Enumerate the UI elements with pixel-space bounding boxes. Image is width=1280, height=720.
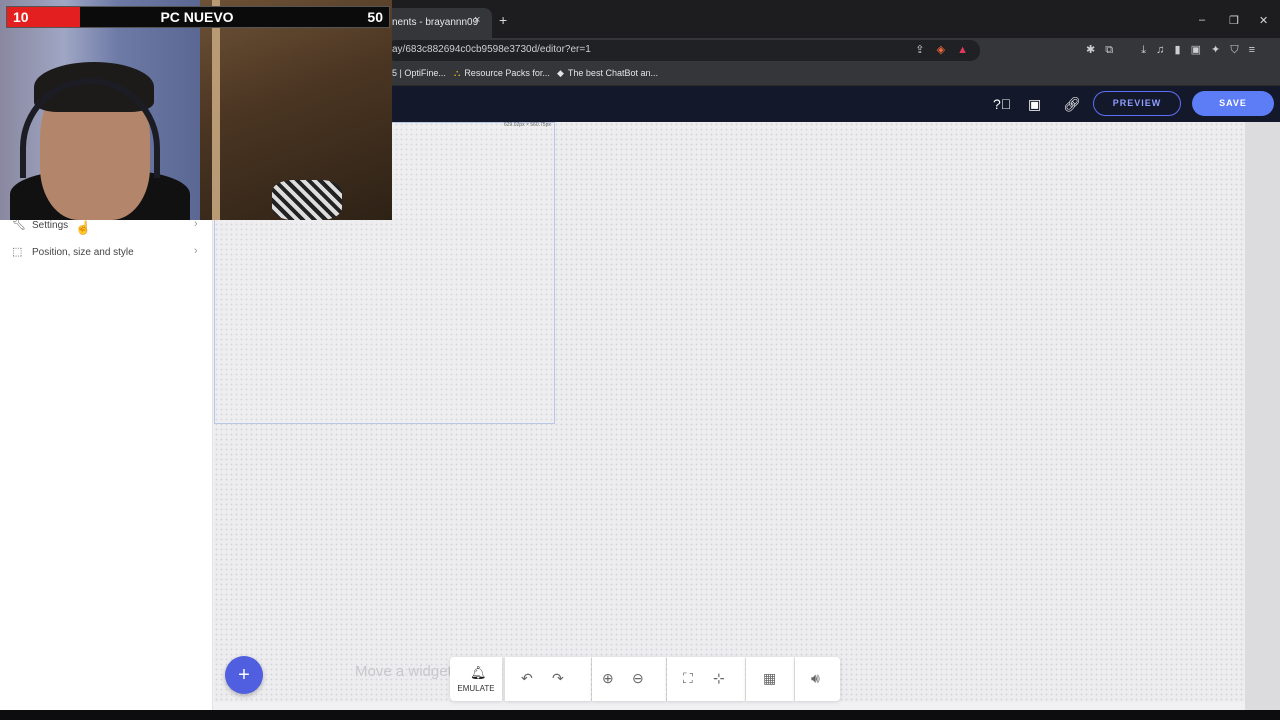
save-button[interactable]: SAVE [1192, 91, 1274, 116]
add-widget-button[interactable]: + [225, 656, 263, 694]
zoom-tools: ⊕ ⊖ [592, 657, 666, 701]
bookmark-label: The best ChatBot an... [567, 68, 658, 78]
minimize-icon[interactable]: – [1199, 14, 1205, 26]
grid-icon[interactable]: ▦ [763, 670, 776, 686]
share-icon[interactable]: ⇪ [915, 44, 924, 56]
overlay-title: PC NUEVO [160, 9, 234, 25]
monitor-icon[interactable]: ▣ [1028, 95, 1041, 113]
bell-icon: 🔔︎ [470, 665, 487, 680]
close-window-icon[interactable]: ✕ [1259, 14, 1268, 27]
help-icon[interactable]: ?⃝ [993, 95, 1011, 113]
undo-icon[interactable]: ↶ [521, 670, 533, 686]
volume-icon[interactable]: 🔊︎ [811, 670, 820, 686]
panel-item-position-size-style[interactable]: ⬚ Position, size and style › [0, 241, 213, 265]
left-score: 10 [7, 7, 80, 27]
grid-tools: ▦ [746, 657, 794, 701]
address-bar-icons: ⇪ ◈ ▲ [906, 43, 968, 56]
webcam-overlay: 10 PC NUEVO 50 [0, 0, 392, 220]
redo-icon[interactable]: ↷ [552, 670, 564, 686]
right-score: 50 [367, 9, 383, 25]
zoom-in-icon[interactable]: ⊕ [602, 670, 614, 686]
bookmark-chatbot[interactable]: ◆ The best ChatBot an... [557, 68, 658, 79]
dashed-box-icon: ⬚ [12, 246, 23, 258]
chevron-right-icon: › [194, 245, 198, 257]
zoom-out-icon[interactable]: ⊖ [632, 670, 644, 686]
webcam-fabric [272, 180, 342, 220]
brave-rewards-icon[interactable]: ▲ [957, 44, 968, 56]
webcam-door-frame [212, 0, 220, 220]
emulate-button[interactable]: 🔔︎ EMULATE [450, 657, 502, 701]
canvas-hint: Move a widget [355, 663, 452, 680]
url-text: ay/683c882694c0cb9598e3730d/editor?er=1 [392, 44, 591, 55]
media-icon[interactable]: ♫ [1156, 44, 1164, 56]
bookmark-label: 5 | OptiFine... [392, 68, 446, 78]
new-tab-icon[interactable]: + [499, 13, 507, 27]
fullscreen-tools: ⛶ ⊹ [667, 657, 745, 701]
maximize-icon[interactable]: ❐ [1229, 14, 1239, 27]
bookmark-resource-packs[interactable]: ⛬ Resource Packs for... [454, 68, 550, 79]
bookmark-label: Resource Packs for... [464, 68, 550, 78]
panel-item-label: Position, size and style [32, 247, 134, 258]
translate-icon[interactable]: ⧉ [1105, 44, 1113, 56]
bookmark-optifine[interactable]: 5 | OptiFine... [392, 68, 446, 78]
panel-item-label: Settings [32, 220, 69, 231]
sound-tools: 🔊︎ [795, 657, 840, 701]
sidebar-icon[interactable]: ▮ [1174, 44, 1180, 56]
extension-icons: ✱ ⧉ ⤓ ♫ ▮ ▣ ✦ ⛉ ≡ [1086, 43, 1262, 57]
history-tools: ↶ ↷ [505, 657, 591, 701]
address-bar[interactable]: ay/683c882694c0cb9598e3730d/editor?er=1 … [386, 40, 980, 61]
exit-fullscreen-icon[interactable]: ⊹ [713, 670, 725, 686]
download-icon[interactable]: ⤓ [1141, 44, 1146, 56]
preview-button[interactable]: PREVIEW [1093, 91, 1181, 116]
widget-dimensions-label: 629.02px × 560.75px [504, 122, 551, 128]
taskbar-strip [0, 710, 1280, 720]
hand-cursor-icon: ☝ [75, 220, 92, 235]
canvas-gutter [1245, 122, 1280, 710]
tab-close-icon[interactable]: × [474, 14, 480, 26]
tab-title: nents - brayannn09 [392, 17, 479, 28]
wallet-icon[interactable]: ▣ [1191, 44, 1201, 56]
link-icon[interactable]: 🔗︎ [1063, 95, 1081, 113]
leo-icon[interactable]: ✦ [1211, 44, 1220, 56]
fullscreen-icon[interactable]: ⛶ [683, 670, 693, 686]
menu-icon[interactable]: ≡ [1249, 44, 1255, 56]
brave-shield-icon[interactable]: ◈ [937, 44, 945, 56]
chatbot-icon: ◆ [557, 68, 564, 78]
extension-icon[interactable]: ✱ [1086, 44, 1095, 56]
score-bar: 10 PC NUEVO 50 [6, 6, 390, 28]
vpn-icon[interactable]: ⛉ [1230, 44, 1238, 56]
screen: nents - brayannn09 × + – ❐ ✕ ay/683c8826… [0, 0, 1280, 720]
resource-icon: ⛬ [454, 68, 461, 78]
emulate-label: EMULATE [457, 684, 495, 693]
